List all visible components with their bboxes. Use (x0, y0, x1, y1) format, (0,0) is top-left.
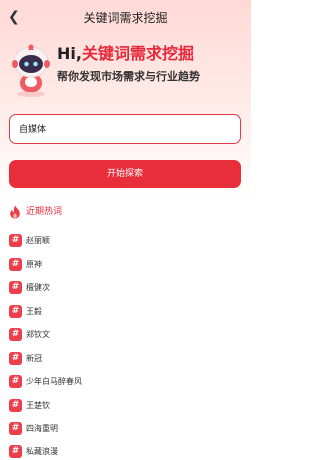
hot-word-label: 赵丽颖 (26, 236, 50, 245)
hash-icon: # (9, 305, 22, 318)
hero-subtitle: 帮你发现市场需求与行业趋势 (57, 70, 200, 83)
flame-icon (10, 205, 20, 219)
hot-word-label: 私藏浪漫 (26, 447, 58, 456)
hot-word-label: 王楚钦 (26, 401, 50, 410)
hot-word-item[interactable]: # 王楚钦 (9, 399, 241, 413)
hot-word-item[interactable]: # 少年白马醉春风 (9, 375, 241, 389)
hero-title-highlight: 关键词需求挖掘 (81, 44, 194, 63)
hot-word-item[interactable]: # 四海重明 (9, 422, 241, 436)
hash-icon: # (9, 281, 22, 294)
hash-icon: # (9, 422, 22, 435)
mascot-icon (12, 44, 50, 97)
hash-icon: # (9, 445, 22, 458)
hot-word-label: 原神 (26, 260, 42, 269)
hash-icon: # (9, 352, 22, 365)
hot-word-item[interactable]: # 郑钦文 (9, 328, 241, 342)
hero-title-prefix: Hi, (57, 44, 82, 63)
hot-word-item[interactable]: # 新冠 (9, 352, 241, 366)
hero-title: Hi,关键词需求挖掘 (57, 44, 194, 64)
hot-words-title: 近期热词 (26, 207, 63, 217)
hash-icon: # (9, 399, 22, 412)
hot-word-label: 王毅 (26, 307, 42, 316)
hot-word-item[interactable]: # 私藏浪漫 (9, 445, 241, 459)
keyword-input[interactable] (10, 115, 219, 141)
hot-word-item[interactable]: # 王毅 (9, 305, 241, 319)
hash-icon: # (9, 258, 22, 271)
hot-word-item[interactable]: # 原神 (9, 258, 241, 272)
hot-word-label: 新冠 (26, 354, 42, 363)
hot-word-label: 檀健次 (26, 283, 50, 292)
top-bar: ❮ 关键词需求挖掘 (0, 0, 251, 38)
keyword-search-box[interactable] (9, 114, 241, 144)
hot-word-label: 少年白马醉春风 (26, 377, 82, 386)
hot-word-label: 郑钦文 (26, 330, 50, 339)
hash-icon: # (9, 328, 22, 341)
start-explore-button[interactable]: 开始探索 (9, 160, 241, 188)
hot-word-label: 四海重明 (26, 424, 58, 433)
hash-icon: # (9, 375, 22, 388)
hash-icon: # (9, 234, 22, 247)
hot-word-item[interactable]: # 檀健次 (9, 281, 241, 295)
hot-word-item[interactable]: # 赵丽颖 (9, 234, 241, 248)
page-title: 关键词需求挖掘 (83, 11, 168, 25)
